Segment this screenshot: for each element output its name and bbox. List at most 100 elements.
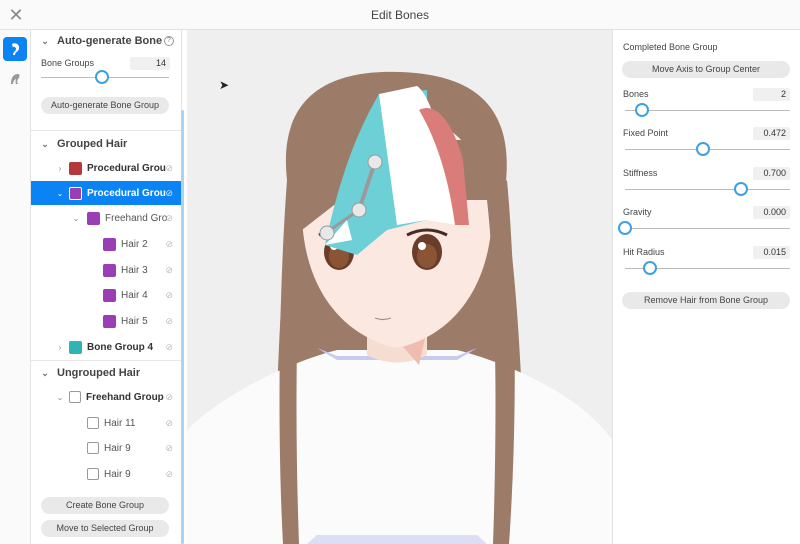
hair-tool-icon[interactable]: [3, 67, 27, 91]
gravity-label: Gravity: [623, 207, 652, 217]
group-row-procedural-2[interactable]: ⌄ Procedural Grou ⊘: [31, 181, 181, 205]
color-swatch[interactable]: [103, 288, 116, 302]
ungrouped-hair-row[interactable]: Hair 11 ⊘: [31, 411, 181, 435]
chevron-right-icon: ›: [58, 163, 62, 173]
chevron-down-icon: ⌄: [41, 35, 49, 46]
window-title: Edit Bones: [370, 8, 430, 22]
remove-hair-button[interactable]: Remove Hair from Bone Group: [622, 292, 790, 309]
eye-hidden-icon[interactable]: ⊘: [165, 163, 173, 174]
move-axis-button[interactable]: Move Axis to Group Center: [622, 61, 790, 78]
create-bone-group-button[interactable]: Create Bone Group: [41, 497, 169, 514]
group-name: Freehand Group: [86, 391, 164, 403]
bones-slider-thumb[interactable]: [634, 103, 649, 117]
stiffness-value[interactable]: 0.700: [753, 167, 790, 180]
title-bar: ✕ Edit Bones: [0, 0, 800, 30]
checkbox[interactable]: [87, 468, 99, 480]
bone-groups-value[interactable]: 14: [130, 57, 170, 70]
chevron-down-icon: ⌄: [41, 138, 49, 149]
group-row-bone-group-4[interactable]: › Bone Group 4 ⊘: [31, 335, 181, 359]
panel-title: Completed Bone Group: [623, 42, 718, 52]
character-model: [187, 30, 612, 544]
stiffness-slider-thumb[interactable]: [733, 182, 748, 196]
ungrouped-hair-row[interactable]: Hair 9 ⊘: [31, 436, 181, 460]
hair-name: Hair 3: [121, 264, 148, 276]
auto-generate-button[interactable]: Auto-generate Bone Group: [41, 97, 169, 114]
bone-group-panel: ⌄ Auto-generate Bone ? Bone Groups 14 Au…: [31, 30, 182, 544]
color-swatch[interactable]: [69, 186, 82, 200]
eye-hidden-icon[interactable]: ⊘: [165, 290, 173, 301]
eye-hidden-icon[interactable]: ⊘: [165, 239, 173, 250]
hair-row[interactable]: Hair 5 ⊘: [31, 309, 181, 333]
bone-groups-label: Bone Groups: [41, 58, 95, 68]
eye-hidden-icon[interactable]: ⊘: [165, 418, 173, 429]
eye-hidden-icon[interactable]: ⊘: [165, 188, 173, 199]
bones-slider[interactable]: [625, 110, 790, 111]
hair-row[interactable]: Hair 3 ⊘: [31, 258, 181, 282]
autogen-title: Auto-generate Bone: [57, 35, 163, 47]
hair-row[interactable]: Hair 2 ⊘: [31, 232, 181, 256]
hit-radius-label: Hit Radius: [623, 247, 665, 257]
group-row-freehand[interactable]: ⌄ Freehand Gro ⊘: [31, 206, 181, 230]
stiffness-label: Stiffness: [623, 168, 658, 178]
color-swatch[interactable]: [87, 211, 100, 225]
bones-value[interactable]: 2: [753, 88, 790, 101]
stiffness-slider[interactable]: [625, 189, 790, 190]
fixed-point-label: Fixed Point: [623, 128, 669, 138]
gravity-value[interactable]: 0.000: [753, 206, 790, 219]
hit-radius-slider-thumb[interactable]: [642, 261, 657, 275]
ungrouped-hair-row[interactable]: Hair 9 ⊘: [31, 462, 181, 486]
hit-radius-value[interactable]: 0.015: [753, 246, 790, 259]
divider: [31, 360, 181, 361]
group-name: Bone Group 4: [87, 341, 154, 353]
fixed-point-slider-thumb[interactable]: [695, 142, 710, 156]
eye-hidden-icon[interactable]: ⊘: [165, 265, 173, 276]
color-swatch[interactable]: [103, 237, 116, 251]
ungrouped-hair-header[interactable]: ⌄ Ungrouped Hair: [39, 363, 181, 383]
tool-strip: [0, 30, 31, 544]
move-to-selected-group-button[interactable]: Move to Selected Group: [41, 520, 169, 537]
grouped-hair-title: Grouped Hair: [57, 138, 128, 150]
help-icon[interactable]: ?: [164, 36, 174, 46]
group-name: Freehand Gro: [105, 212, 168, 224]
chevron-down-icon: ⌄: [41, 367, 49, 378]
model-viewport[interactable]: ➤: [187, 30, 612, 544]
color-swatch[interactable]: [103, 314, 116, 328]
mouse-cursor-icon: ➤: [219, 78, 230, 92]
checkbox[interactable]: [87, 417, 99, 429]
eye-hidden-icon[interactable]: ⊘: [165, 316, 173, 327]
color-swatch[interactable]: [103, 263, 116, 277]
autogen-header[interactable]: ⌄ Auto-generate Bone ?: [39, 31, 174, 51]
chevron-down-icon: ⌄: [56, 392, 64, 402]
hair-row[interactable]: Hair 4 ⊘: [31, 283, 181, 307]
checkbox[interactable]: [87, 442, 99, 454]
ungrouped-freehand-row[interactable]: ⌄ Freehand Group ⊘: [31, 385, 181, 409]
eye-hidden-icon[interactable]: ⊘: [165, 443, 173, 454]
divider: [31, 130, 181, 131]
ungrouped-hair-title: Ungrouped Hair: [57, 367, 141, 379]
scrollbar[interactable]: [181, 110, 184, 544]
eye-hidden-icon[interactable]: ⊘: [165, 469, 173, 480]
eye-hidden-icon[interactable]: ⊘: [165, 213, 173, 224]
gravity-slider[interactable]: [625, 228, 790, 229]
group-name: Procedural Grou: [87, 162, 166, 174]
chevron-down-icon: ⌄: [72, 213, 80, 223]
chevron-right-icon: ›: [58, 342, 62, 352]
hair-name: Hair 9: [104, 442, 131, 454]
color-swatch[interactable]: [69, 161, 82, 175]
checkbox[interactable]: [69, 391, 81, 403]
bones-label: Bones: [623, 89, 649, 99]
chevron-down-icon: ⌄: [56, 188, 64, 198]
color-swatch[interactable]: [69, 340, 82, 354]
bone-groups-slider-thumb[interactable]: [95, 70, 110, 84]
bone-tool-icon[interactable]: [3, 37, 27, 61]
gravity-slider-thumb[interactable]: [618, 221, 632, 235]
hair-name: Hair 4: [121, 289, 148, 301]
hair-name: Hair 2: [121, 238, 148, 250]
group-row-procedural-1[interactable]: › Procedural Grou ⊘: [31, 156, 181, 180]
eye-hidden-icon[interactable]: ⊘: [165, 342, 173, 353]
grouped-hair-header[interactable]: ⌄ Grouped Hair: [39, 134, 181, 154]
hair-name: Hair 5: [121, 315, 148, 327]
fixed-point-value[interactable]: 0.472: [753, 127, 790, 140]
eye-hidden-icon[interactable]: ⊘: [165, 392, 173, 403]
group-name: Procedural Grou: [87, 187, 166, 199]
